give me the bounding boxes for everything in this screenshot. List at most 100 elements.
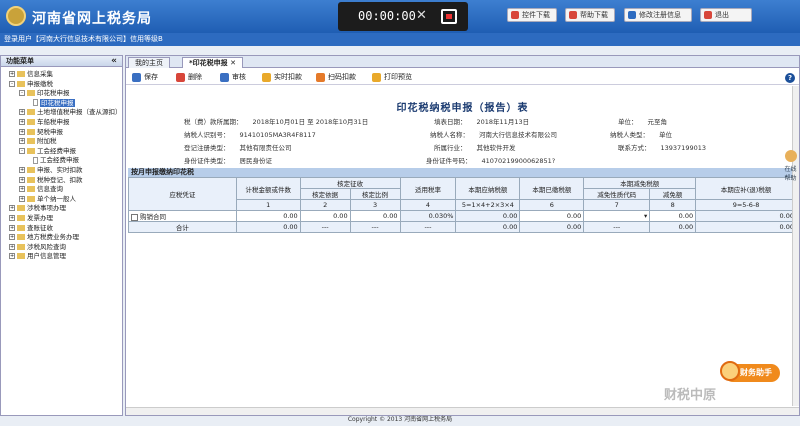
tab-bar: 我的主页 *印花税申报 ✕ — [126, 56, 799, 68]
header-assessed-ratio: 核定比例 — [349, 188, 401, 200]
folder-icon — [27, 90, 35, 97]
menu-item-surtax[interactable]: + 附加税 — [1, 137, 122, 147]
header-voucher: 应税凭证 — [128, 177, 237, 211]
menu-item-local-tax[interactable]: + 地方税费业务办理 — [1, 233, 122, 243]
menu-item-vehicle-tax[interactable]: + 车船税申报 — [1, 118, 122, 128]
menu-item-stamp-tax-folder[interactable]: - 印花税申报 — [1, 89, 122, 99]
collapse-node-icon[interactable]: - — [19, 90, 25, 97]
realtime-deduct-button[interactable]: 实时扣款 — [262, 72, 302, 83]
expand-icon[interactable]: + — [19, 166, 25, 173]
col-num: 9=5-6-8 — [695, 199, 797, 211]
col-num: 7 — [583, 199, 651, 211]
relief-code-select[interactable]: ▾ — [583, 210, 651, 222]
menu-item-invoice[interactable]: + 发票办理 — [1, 214, 122, 224]
online-help-tab[interactable]: 在线帮助 — [783, 150, 798, 190]
menu-item-info-collection[interactable]: + 信息采集 — [1, 70, 122, 80]
expand-icon[interactable]: + — [19, 118, 25, 125]
menu-item-declare-pay[interactable]: - 申报缴税 — [1, 80, 122, 90]
folder-icon — [27, 147, 35, 154]
expand-icon[interactable]: + — [19, 109, 25, 116]
stop-record-icon[interactable] — [441, 9, 457, 24]
collapse-node-icon[interactable]: - — [9, 80, 15, 87]
amount-input[interactable]: 0.00 — [235, 210, 301, 222]
print-preview-button[interactable]: 打印预览 — [372, 72, 412, 83]
help-download-button[interactable]: 帮助下载 — [565, 8, 615, 22]
relief-amount-input[interactable]: 0.00 — [649, 210, 697, 222]
expand-icon[interactable]: + — [9, 234, 15, 241]
menu-item-land-vat[interactable]: + 土地增值税申报（查从源扣） — [1, 108, 122, 118]
close-icon[interactable]: ✕ — [416, 8, 427, 23]
menu-item-risk-query[interactable]: + 涉税风险查询 — [1, 243, 122, 253]
header-amount: 计税金额或件数 — [235, 177, 301, 200]
total-payable: 0.00 — [455, 221, 521, 233]
expand-icon[interactable]: + — [19, 138, 25, 145]
menu-item-info-query[interactable]: + 信息查询 — [1, 185, 122, 195]
total-cell: --- — [399, 221, 457, 233]
toolbar: 保存 删除 审核 实时扣款 扫码扣款 打印预览 ? — [126, 69, 799, 85]
menu-item-audit-collection[interactable]: + 查账征收 — [1, 224, 122, 234]
help-icon[interactable]: ? — [785, 73, 795, 83]
table-row: 购销合同 0.00 0.00 0.00 0.030% 0.00 0.00 ▾ 0… — [128, 210, 797, 222]
header-assessed-basis: 核定依据 — [299, 188, 351, 200]
menu-item-union-fee-declare[interactable]: 工会经费申报 — [1, 156, 122, 166]
menu-item-stamp-tax-declare[interactable]: 印花税申报 — [1, 98, 122, 109]
folder-icon — [27, 138, 35, 145]
review-button[interactable]: 审核 — [220, 72, 246, 83]
col-num: 1 — [235, 199, 301, 211]
scan-deduct-button[interactable]: 扫码扣款 — [316, 72, 356, 83]
expand-icon[interactable]: + — [9, 243, 15, 250]
menu-item-deed-tax[interactable]: + 契税申报 — [1, 128, 122, 138]
assessed-basis-input[interactable]: 0.00 — [299, 210, 351, 222]
menu-item-user-info[interactable]: + 用户信息管理 — [1, 252, 122, 262]
expand-icon[interactable]: + — [9, 205, 15, 212]
col-num: 4 — [399, 199, 457, 211]
collapse-node-icon[interactable]: - — [19, 147, 25, 154]
save-button[interactable]: 保存 — [132, 72, 158, 83]
download-icon — [511, 11, 519, 19]
header-payable: 本期应纳税额 — [455, 177, 521, 200]
col-num: 6 — [519, 199, 585, 211]
expand-icon[interactable]: + — [19, 176, 25, 183]
expand-icon[interactable]: + — [9, 253, 15, 260]
exit-icon — [704, 11, 712, 19]
menu-item-tax-matters[interactable]: + 涉税事项办理 — [1, 204, 122, 214]
delete-button[interactable]: 删除 — [176, 72, 202, 83]
row-checkbox[interactable] — [131, 213, 138, 221]
finance-assistant-badge[interactable]: 财务助手 — [720, 361, 780, 382]
menu-item-realtime-deduct[interactable]: + 申报、实时扣款 — [1, 166, 122, 176]
tab-stamp-tax[interactable]: *印花税申报 ✕ — [182, 57, 243, 68]
expand-icon[interactable]: + — [19, 128, 25, 135]
expand-icon[interactable]: + — [9, 71, 15, 77]
folder-icon — [27, 166, 35, 173]
close-tab-icon[interactable]: ✕ — [230, 59, 236, 67]
footer-copyright: Copyright © 2013 河南省网上税务局 — [347, 416, 453, 423]
control-download-button[interactable]: 控件下载 — [507, 8, 557, 22]
folder-icon — [27, 109, 35, 116]
edit-registration-button[interactable]: 修改注册信息 — [624, 8, 692, 22]
menu-item-general-taxpayer[interactable]: + 单个纳一般人 — [1, 195, 122, 205]
menu-item-tax-registration[interactable]: + 税种登记、扣款 — [1, 176, 122, 186]
total-refund: 0.00 — [695, 221, 797, 233]
review-icon — [220, 73, 229, 82]
info-taxpayer-type: 纳税人类型： 单位 — [610, 131, 672, 139]
row-voucher-cell[interactable]: 购销合同 — [128, 210, 237, 222]
expand-icon[interactable]: + — [19, 195, 25, 202]
assistant-avatar-icon — [720, 361, 740, 381]
form-title: 印花税纳税申报（报告）表 — [396, 103, 529, 114]
chevron-down-icon[interactable]: ▾ — [644, 212, 647, 220]
expand-icon[interactable]: + — [9, 224, 15, 231]
recorder-time: 00:00:00 — [358, 9, 416, 23]
tab-home[interactable]: 我的主页 — [128, 57, 170, 68]
assessed-ratio-input[interactable]: 0.00 — [349, 210, 401, 222]
menu-item-union-fee-folder[interactable]: - 工会经费申报 — [1, 147, 122, 157]
header-assessed: 核定征收 — [299, 177, 401, 189]
expand-icon[interactable]: + — [19, 186, 25, 193]
collapse-icon[interactable]: « — [111, 56, 117, 67]
vertical-scrollbar[interactable] — [792, 86, 799, 406]
logout-button[interactable]: 退出 — [700, 8, 752, 22]
folder-icon — [17, 253, 25, 260]
total-cell: --- — [349, 221, 401, 233]
expand-icon[interactable]: + — [9, 214, 15, 221]
paid-input[interactable]: 0.00 — [519, 210, 585, 222]
info-id-type: 身份证件类型： 居民身份证 — [184, 157, 272, 165]
